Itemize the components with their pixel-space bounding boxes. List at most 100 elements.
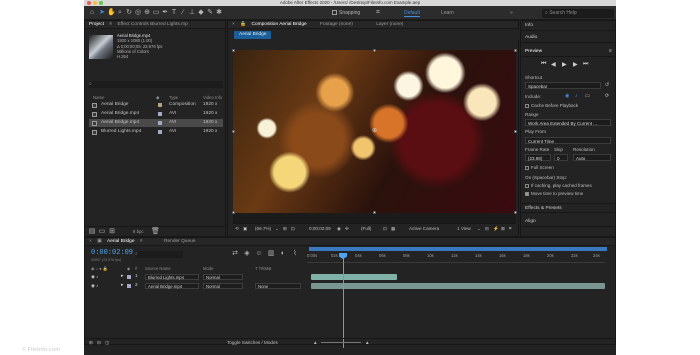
- if-caching-checkbox[interactable]: If caching, play cached frames: [525, 183, 592, 188]
- mask-visibility-icon[interactable]: ⊡: [291, 224, 295, 234]
- cache-before-playback-checkbox[interactable]: Cache Before Playback: [525, 103, 578, 108]
- project-search-input[interactable]: ⌕: [89, 81, 223, 88]
- last-frame-icon[interactable]: ⏭: [583, 61, 588, 68]
- expand-modes-icon[interactable]: ⊟: [97, 339, 101, 347]
- preview-section[interactable]: Preview: [521, 47, 616, 57]
- play-from-dropdown[interactable]: Current Time: [525, 137, 611, 144]
- expand-arrow-icon[interactable]: ▸: [121, 273, 123, 281]
- tab-render-queue[interactable]: Render Queue: [164, 239, 195, 244]
- expand-in-out-icon[interactable]: ◫: [105, 339, 109, 347]
- eraser-tool-icon[interactable]: ◆: [197, 9, 205, 17]
- toggle-switches-modes-button[interactable]: Toggle Switches / Modes: [227, 339, 278, 347]
- composition-viewer[interactable]: ⊕: [232, 49, 517, 233]
- snapshot-icon[interactable]: ◉: [337, 224, 341, 234]
- shape-tool-icon[interactable]: ▭: [152, 9, 160, 17]
- include-overlays-icon[interactable]: ▭: [585, 93, 590, 99]
- draft-3d-icon[interactable]: ◈: [243, 250, 251, 258]
- info-section[interactable]: Info: [521, 21, 616, 31]
- pen-tool-icon[interactable]: ✒: [161, 9, 169, 17]
- menu-icon[interactable]: ≡: [109, 22, 112, 27]
- layer-label-swatch[interactable]: [127, 284, 131, 288]
- resolution-dropdown[interactable]: (Full): [361, 224, 371, 234]
- transform-handle[interactable]: [232, 130, 235, 133]
- current-time-indicator[interactable]: [343, 253, 344, 348]
- layer-duration-bar[interactable]: [311, 283, 605, 289]
- camera-dropdown[interactable]: Active Camera: [409, 224, 439, 234]
- tab-layer[interactable]: Layer (none): [376, 22, 403, 27]
- new-composition-icon[interactable]: ⊞: [108, 228, 116, 236]
- time-ruler[interactable]: 0:00s 02s 04s 06s 08s 10s 12s 14s 16s 18…: [307, 253, 605, 263]
- resolution-dropdown[interactable]: Auto: [573, 154, 611, 161]
- transparency-grid-icon[interactable]: ▦: [391, 224, 395, 234]
- project-row[interactable]: Blurred Lights.mp4 AVI 1920 x: [89, 128, 223, 136]
- timeline-layer-row[interactable]: ◉ ♪ ▸ 2 Aerial Bridge.mp4 Normal None: [85, 282, 307, 290]
- chevron-down-icon[interactable]: ⌄: [477, 224, 481, 234]
- layer-label-swatch[interactable]: [127, 275, 131, 279]
- fast-previews-icon[interactable]: ⚡: [493, 224, 499, 234]
- comp-mini-icon[interactable]: ▣: [243, 224, 247, 234]
- layer-mode-dropdown[interactable]: Normal: [203, 274, 243, 280]
- roto-brush-tool-icon[interactable]: ✎: [206, 9, 214, 17]
- timeline-search-input[interactable]: ⌕: [135, 251, 183, 258]
- minimize-window-button[interactable]: [93, 1, 97, 5]
- comp-flowchart-icon[interactable]: ⌗: [509, 224, 512, 234]
- zoom-tool-icon[interactable]: ⌕: [116, 9, 124, 17]
- include-video-icon[interactable]: ◉: [565, 93, 569, 99]
- comp-mini-flowchart-icon[interactable]: ⇄: [231, 250, 239, 258]
- layer-name[interactable]: Aerial Bridge.mp4: [145, 283, 199, 289]
- column-video-info[interactable]: Video Info: [203, 95, 222, 100]
- project-row-selected[interactable]: Aerial Bridge.mp4 AVI 1920 x: [89, 119, 223, 127]
- eye-icon[interactable]: ◉ ♪: [91, 282, 98, 290]
- transform-handle[interactable]: [373, 211, 376, 214]
- layer-name[interactable]: Blurred Lights.mp4: [145, 274, 199, 280]
- region-of-interest-icon[interactable]: ⊡: [383, 224, 387, 234]
- close-icon[interactable]: ×: [89, 239, 92, 244]
- tab-project[interactable]: Project: [89, 22, 104, 27]
- mode-header[interactable]: Mode: [203, 266, 213, 271]
- tab-footage[interactable]: Footage (none): [320, 22, 353, 27]
- first-frame-icon[interactable]: ⏮: [541, 61, 546, 68]
- shy-layers-icon[interactable]: ☺: [255, 250, 263, 258]
- column-type[interactable]: Type: [169, 95, 178, 100]
- more-workspaces-icon[interactable]: »: [510, 10, 513, 16]
- transform-handle[interactable]: [514, 49, 517, 52]
- timeline-zoom-slider[interactable]: [321, 342, 361, 343]
- tab-composition[interactable]: Composition Aerial Bridge: [251, 22, 306, 27]
- show-channel-icon[interactable]: ✣: [345, 224, 349, 234]
- work-area-bar[interactable]: [309, 247, 607, 251]
- next-frame-icon[interactable]: ▶: [573, 61, 578, 68]
- interpret-footage-icon[interactable]: ▤: [88, 228, 96, 236]
- trash-icon[interactable]: 🗑: [151, 228, 160, 236]
- rotate-tool-icon[interactable]: ↻: [125, 9, 133, 17]
- layer-mode-dropdown[interactable]: Normal: [203, 283, 243, 289]
- camera-tool-icon[interactable]: ◎: [134, 9, 142, 17]
- move-time-checkbox[interactable]: Move time to preview time: [525, 191, 583, 196]
- tab-aerial-bridge[interactable]: Aerial Bridge: [107, 239, 134, 244]
- reset-icon[interactable]: ↺: [605, 82, 609, 88]
- snap-options-icon[interactable]: ⌗: [374, 9, 382, 17]
- graph-editor-icon[interactable]: ⌇: [291, 250, 299, 258]
- home-icon[interactable]: ⌂: [88, 9, 96, 17]
- full-screen-checkbox[interactable]: Full Screen: [525, 165, 554, 170]
- close-icon[interactable]: ×: [232, 22, 235, 27]
- new-folder-icon[interactable]: ▭: [98, 228, 106, 236]
- menu-icon[interactable]: ≡: [140, 239, 143, 244]
- frame-rate-dropdown[interactable]: (23.98): [525, 154, 551, 161]
- loop-icon[interactable]: ⟳: [605, 93, 609, 99]
- snapping-toggle[interactable]: Snapping: [332, 10, 360, 16]
- trkmat-dropdown[interactable]: None: [255, 283, 301, 289]
- always-preview-icon[interactable]: ⟲: [235, 224, 239, 234]
- play-icon[interactable]: ▶: [562, 61, 567, 68]
- transform-handle[interactable]: [232, 49, 235, 52]
- pan-behind-tool-icon[interactable]: ⊕: [143, 9, 151, 17]
- trkmat-header[interactable]: T TrkMat: [255, 266, 271, 271]
- lock-icon[interactable]: 🔒: [240, 22, 246, 27]
- anchor-point-icon[interactable]: ⊕: [372, 127, 377, 134]
- include-audio-icon[interactable]: ♪: [575, 93, 578, 99]
- zoom-out-icon[interactable]: ▲: [313, 339, 318, 347]
- brush-tool-icon[interactable]: ∕: [179, 9, 187, 17]
- tab-effect-controls[interactable]: Effect Controls Blurred Lights.mp: [117, 22, 187, 27]
- search-help-field[interactable]: ⌕ Search Help: [542, 9, 614, 18]
- timeline-current-time[interactable]: 0:00:02:09: [91, 249, 133, 257]
- toggle-pixel-icon[interactable]: ⊟: [485, 224, 489, 234]
